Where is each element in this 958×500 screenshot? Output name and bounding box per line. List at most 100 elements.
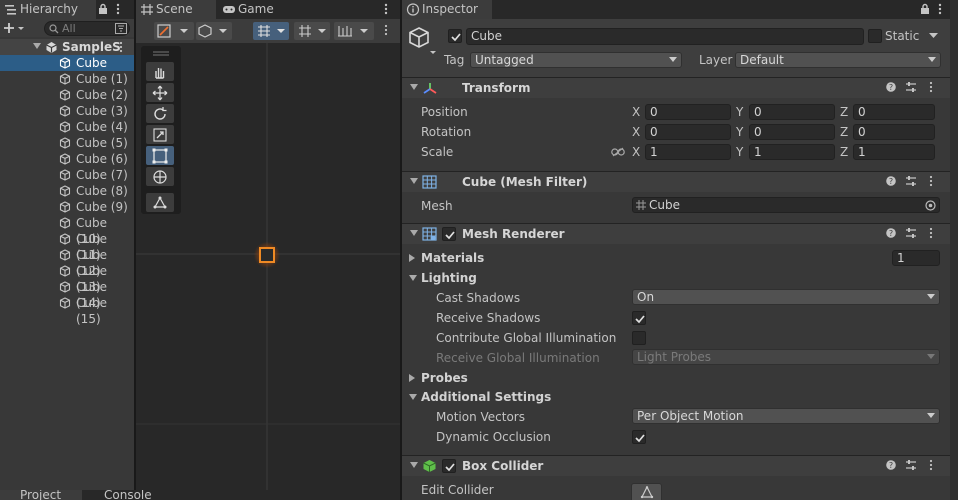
selected-cube-gizmo[interactable]: [254, 242, 280, 268]
component-kebab-icon[interactable]: [929, 81, 933, 93]
axis-label-z[interactable]: Z: [840, 144, 848, 160]
foldout-arrow-icon[interactable]: [409, 394, 417, 401]
inspector-scrollbar[interactable]: [950, 0, 958, 500]
tab-project[interactable]: Project: [0, 490, 82, 500]
foldout-arrow-icon[interactable]: [409, 275, 417, 282]
axis-label-y[interactable]: Y: [736, 144, 743, 160]
foldout-arrow-icon[interactable]: [409, 374, 416, 382]
mesh-renderer-enabled-checkbox[interactable]: [442, 227, 456, 241]
lighting-label[interactable]: Lighting: [421, 270, 477, 286]
foldout-arrow-icon[interactable]: [409, 254, 416, 262]
hierarchy-item[interactable]: Cube (1): [0, 71, 134, 87]
static-checkbox[interactable]: [868, 29, 882, 43]
help-icon[interactable]: ?: [886, 175, 896, 187]
draw-mode-dropdown[interactable]: [154, 22, 194, 40]
kebab-menu-icon[interactable]: [116, 3, 120, 15]
tab-console[interactable]: Console: [84, 490, 164, 500]
hierarchy-item[interactable]: Cube (6): [0, 151, 134, 167]
hierarchy-item[interactable]: Cube (15): [0, 295, 134, 326]
snap-grid-dropdown[interactable]: [294, 22, 330, 40]
tool-move-tool[interactable]: [146, 83, 174, 102]
rotation-x-field[interactable]: 0: [645, 124, 731, 140]
axis-label-x[interactable]: X: [632, 104, 640, 120]
mesh-filter-header[interactable]: Cube (Mesh Filter) ?: [402, 171, 950, 192]
scene-kebab-icon[interactable]: [119, 41, 123, 53]
gameobject-name-input[interactable]: Cube: [466, 28, 864, 45]
add-icon[interactable]: [3, 21, 25, 35]
hierarchy-item[interactable]: Cube (5): [0, 135, 134, 151]
box-collider-enabled-checkbox[interactable]: [442, 459, 456, 473]
shading-dropdown[interactable]: [196, 22, 232, 40]
scale-x-field[interactable]: 1: [645, 144, 731, 160]
help-icon[interactable]: ?: [886, 227, 896, 239]
tab-scene[interactable]: Scene: [136, 0, 216, 19]
presets-icon[interactable]: [905, 459, 917, 471]
materials-label[interactable]: Materials: [421, 250, 484, 266]
presets-icon[interactable]: [905, 81, 917, 93]
hierarchy-item[interactable]: Cube (9): [0, 199, 134, 215]
presets-icon[interactable]: [905, 175, 917, 187]
axis-label-z[interactable]: Z: [840, 104, 848, 120]
gameobject-active-checkbox[interactable]: [448, 29, 462, 43]
tool-custom-tool[interactable]: [146, 193, 174, 212]
expand-arrow-icon[interactable]: [33, 43, 41, 50]
rotation-z-field[interactable]: 0: [853, 124, 935, 140]
position-x-field[interactable]: 0: [645, 104, 731, 120]
component-kebab-icon[interactable]: [929, 227, 933, 239]
component-kebab-icon[interactable]: [929, 175, 933, 187]
motion-vectors-dropdown[interactable]: Per Object Motion: [632, 408, 940, 424]
scene-root-row[interactable]: SampleS: [0, 39, 134, 55]
hierarchy-item[interactable]: Cube (10): [0, 215, 134, 246]
foldout-arrow-icon[interactable]: [410, 178, 418, 185]
tag-dropdown[interactable]: Untagged: [470, 52, 682, 68]
rotation-y-field[interactable]: 0: [749, 124, 835, 140]
dynamic-occlusion-checkbox[interactable]: [632, 430, 646, 444]
hierarchy-item[interactable]: Cube (8): [0, 183, 134, 199]
materials-count-field[interactable]: 1: [892, 250, 940, 266]
tab-game[interactable]: Game: [218, 0, 288, 19]
layer-dropdown[interactable]: Default: [735, 52, 941, 68]
tab-inspector[interactable]: Inspector: [402, 0, 492, 19]
palette-drag-handle[interactable]: [153, 51, 169, 56]
probes-label[interactable]: Probes: [421, 370, 468, 386]
hierarchy-item[interactable]: Cube (7): [0, 167, 134, 183]
hierarchy-item[interactable]: Cube (3): [0, 103, 134, 119]
additional-settings-label[interactable]: Additional Settings: [421, 389, 551, 405]
increment-snap-dropdown[interactable]: [334, 22, 374, 40]
static-dropdown-arrow-icon[interactable]: [929, 33, 938, 39]
constrain-proportions-icon[interactable]: [611, 147, 625, 157]
hierarchy-item[interactable]: Cube (4): [0, 119, 134, 135]
box-collider-header[interactable]: Box Collider ?: [402, 455, 950, 476]
axis-label-y[interactable]: Y: [736, 124, 743, 140]
help-icon[interactable]: ?: [886, 81, 896, 93]
component-kebab-icon[interactable]: [929, 459, 933, 471]
lock-icon[interactable]: [98, 3, 108, 15]
scale-z-field[interactable]: 1: [853, 144, 935, 160]
tool-scale-tool[interactable]: [146, 125, 174, 144]
hierarchy-item[interactable]: Cube (11): [0, 231, 134, 262]
help-icon[interactable]: ?: [886, 459, 896, 471]
transform-header[interactable]: Transform ?: [402, 77, 950, 98]
axis-label-x[interactable]: X: [632, 144, 640, 160]
toolbar-kebab-icon[interactable]: [384, 24, 388, 36]
tool-rotate-tool[interactable]: [146, 104, 174, 123]
tab-hierarchy[interactable]: Hierarchy: [0, 0, 96, 19]
gameobject-cube-icon[interactable]: [408, 25, 438, 55]
mesh-object-field[interactable]: Cube: [632, 197, 940, 213]
object-picker-icon[interactable]: [925, 200, 936, 211]
position-z-field[interactable]: 0: [853, 104, 935, 120]
gizmo-toggle-button[interactable]: [253, 22, 289, 40]
presets-icon[interactable]: [905, 227, 917, 239]
tool-transform-tool[interactable]: [146, 167, 174, 186]
foldout-arrow-icon[interactable]: [410, 84, 418, 91]
search-filter-icon[interactable]: [115, 23, 127, 34]
scale-y-field[interactable]: 1: [749, 144, 835, 160]
axis-label-z[interactable]: Z: [840, 124, 848, 140]
hierarchy-item[interactable]: Cube (14): [0, 279, 134, 310]
hierarchy-item[interactable]: Cube: [0, 55, 134, 71]
cast-shadows-dropdown[interactable]: On: [632, 289, 940, 305]
position-y-field[interactable]: 0: [749, 104, 835, 120]
foldout-arrow-icon[interactable]: [410, 230, 418, 237]
foldout-arrow-icon[interactable]: [410, 462, 418, 469]
contribute-gi-checkbox[interactable]: [632, 331, 646, 345]
